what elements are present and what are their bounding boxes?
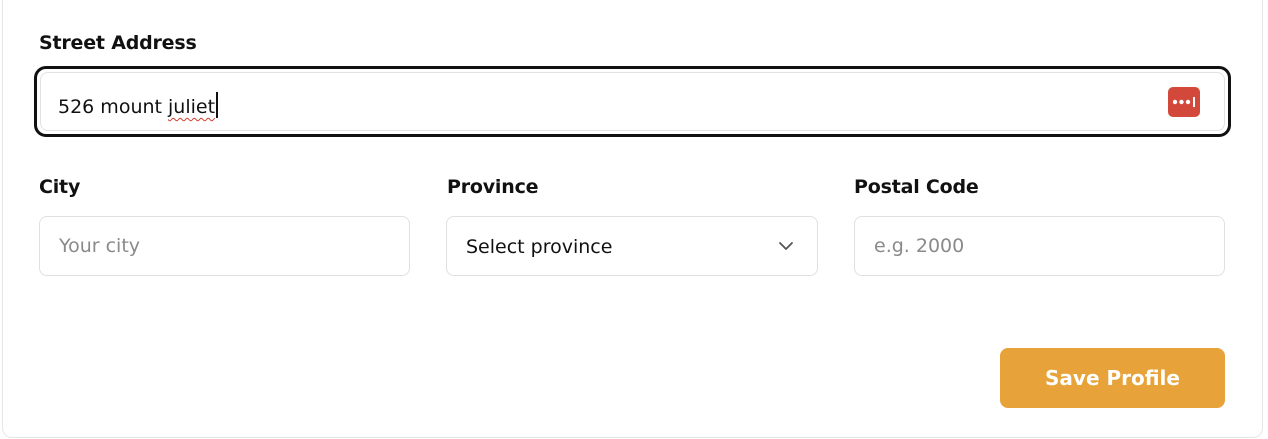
street-address-value-text: 526 mount [58, 96, 169, 118]
postal-code-input[interactable] [855, 217, 1224, 275]
province-select[interactable]: Select province [446, 216, 818, 276]
city-field[interactable] [39, 216, 410, 276]
province-selected-value: Select province [466, 236, 613, 258]
street-address-input[interactable]: 526 mount juliet [34, 66, 1231, 137]
city-input[interactable] [40, 217, 409, 275]
province-label: Province [447, 176, 539, 198]
postal-code-label: Postal Code [854, 176, 979, 198]
text-caret [216, 92, 219, 118]
save-profile-button[interactable]: Save Profile [1000, 348, 1225, 408]
street-address-label: Street Address [39, 32, 197, 54]
password-dots-icon[interactable] [1168, 87, 1200, 117]
spellcheck-misspelled-word: juliet [168, 96, 216, 118]
city-label: City [39, 176, 81, 198]
postal-code-field[interactable] [854, 216, 1225, 276]
chevron-down-icon [779, 242, 793, 250]
street-address-value: 526 mount juliet [58, 92, 219, 118]
password-dots-icon-glyph [1172, 97, 1195, 107]
